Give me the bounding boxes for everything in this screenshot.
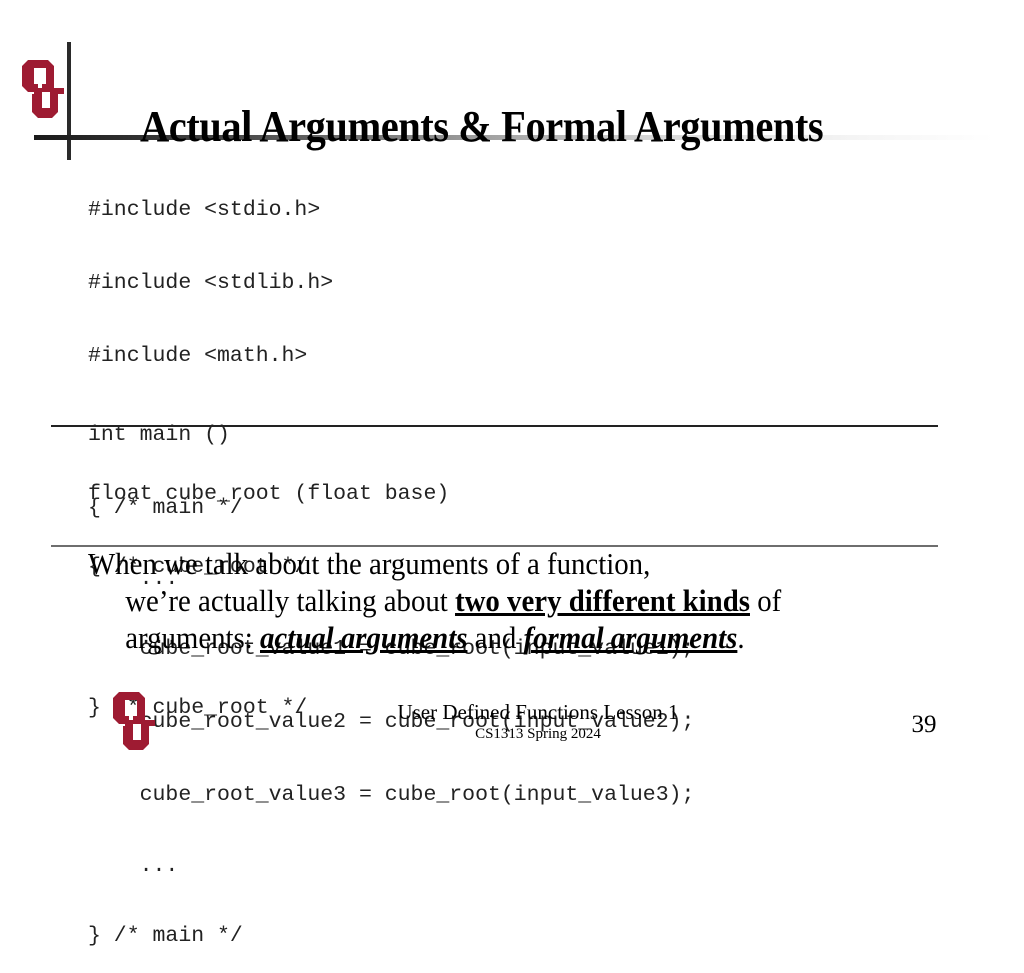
code-line: float cube_root (float base) — [88, 482, 450, 506]
code-line: #include <stdlib.h> — [88, 271, 334, 295]
paragraph-line-3: arguments: actual arguments and formal a… — [88, 619, 888, 656]
paragraph-line-1: When we talk about the arguments of a fu… — [88, 546, 651, 581]
header-vertical-rule — [67, 42, 71, 160]
ou-logo-footer-icon — [113, 692, 155, 750]
emphasis-two-kinds: two very different kinds — [455, 583, 750, 618]
slide-title: Actual Arguments & Formal Arguments — [140, 102, 824, 152]
text: arguments: — [125, 620, 260, 655]
code-separator-top — [51, 425, 938, 427]
text: of — [749, 583, 782, 618]
code-line: #include <stdio.h> — [88, 198, 321, 222]
text: and — [467, 620, 524, 655]
page-number: 39 — [911, 711, 937, 738]
code-line: cube_root_value3 = cube_root(input_value… — [88, 783, 695, 807]
code-line: #include <math.h> — [88, 344, 308, 368]
ou-logo-icon — [22, 60, 64, 118]
emphasis-actual-arguments: actual arguments — [259, 620, 468, 655]
emphasis-formal-arguments: formal arguments — [523, 620, 738, 655]
footer-title: User Defined Functions Lesson 1 — [397, 700, 679, 724]
code-line: ... — [88, 854, 179, 878]
explanation-paragraph: When we talk about the arguments of a fu… — [88, 545, 888, 656]
text: . — [737, 620, 745, 655]
text: we’re actually talking about — [125, 583, 456, 618]
code-line: } /* main */ — [88, 924, 243, 948]
paragraph-line-2: we’re actually talking about two very di… — [88, 582, 888, 619]
footer-subtitle: CS1313 Spring 2024 — [475, 726, 601, 742]
